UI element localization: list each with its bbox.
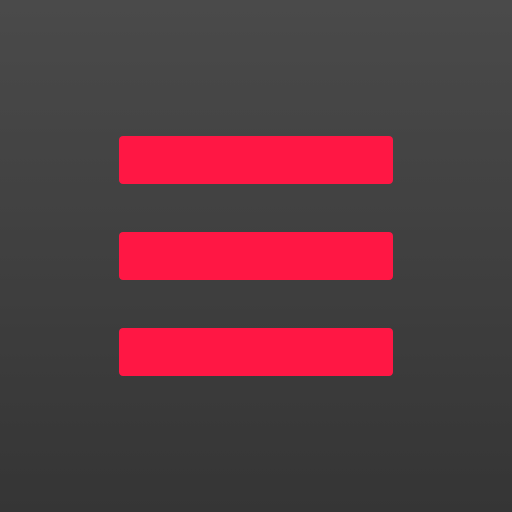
app-icon-tile xyxy=(0,0,512,512)
menu-bar-top xyxy=(119,136,393,184)
menu-bar-middle xyxy=(119,232,393,280)
hamburger-menu-icon[interactable] xyxy=(0,0,512,512)
menu-bar-bottom xyxy=(119,328,393,376)
